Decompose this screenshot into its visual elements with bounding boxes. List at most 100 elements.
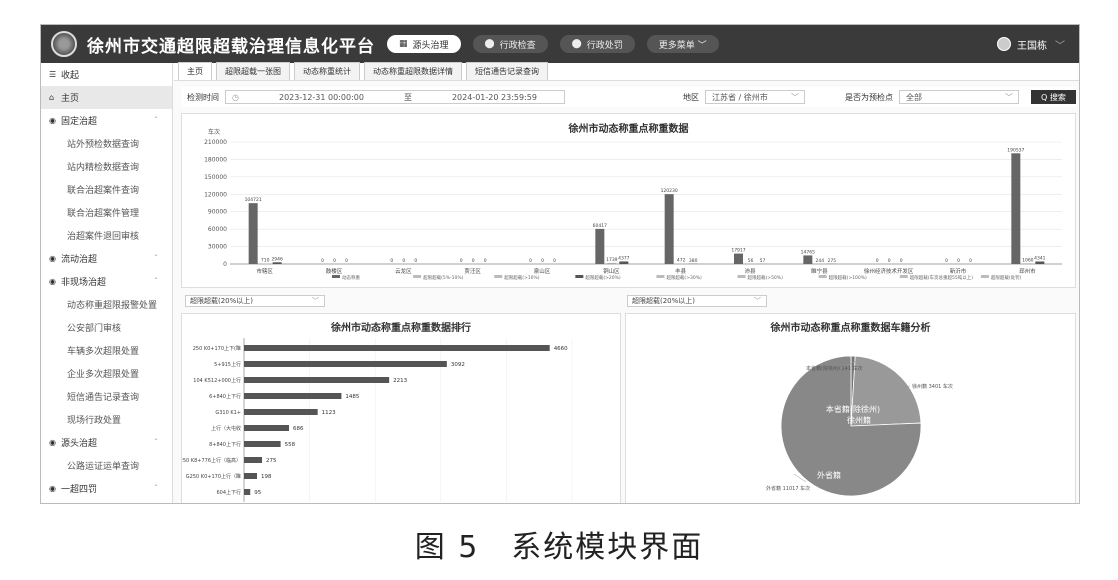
- bar: [244, 393, 342, 399]
- sidebar-item-label: 非现场治超: [61, 278, 107, 288]
- y-tick-label: G250 K0+170上行（睢: [186, 473, 241, 480]
- region-label: 地区: [683, 92, 699, 102]
- tab-admin-inspection[interactable]: ⬤ 行政检查: [472, 35, 548, 53]
- bar-data-label: 0: [414, 258, 417, 264]
- legend-swatch: [818, 275, 827, 278]
- sidebar-item-11[interactable]: 公安部门审核: [41, 316, 172, 339]
- bar: [664, 194, 674, 264]
- sidebar-item-18[interactable]: ◉ 一超四罚 ˇ: [41, 477, 172, 500]
- callout-label: 外省籍 11017 车次: [766, 485, 810, 492]
- menu-icon: ◉: [49, 254, 56, 263]
- bar: [244, 457, 263, 463]
- origin-filter-select[interactable]: 超限超载(20%以上) ﹀: [627, 295, 767, 307]
- bar: [244, 361, 447, 367]
- tab-admin-penalty[interactable]: ⬤ 行政处罚: [559, 35, 635, 53]
- bar-data-label: 0: [541, 258, 544, 264]
- sidebar-item-14[interactable]: 短信通告记录查询: [41, 385, 172, 408]
- sidebar-item-label: 短信通告记录查询: [67, 393, 140, 403]
- pin-icon: ⬤: [484, 39, 495, 49]
- sidebar-item-3[interactable]: 站外预检数据查询: [41, 132, 172, 155]
- bar-data-label: 0: [529, 258, 532, 264]
- y-axis-label: 车次: [208, 128, 220, 136]
- sidebar-item-label: 公安部门审核: [67, 324, 122, 334]
- bar-data-label: 1060: [1022, 257, 1034, 263]
- chevron-down-icon: ﹀: [791, 92, 799, 102]
- sidebar-item-label: 车辆多次超限处置: [67, 347, 140, 357]
- sidebar-item-2[interactable]: ◉ 固定治超 ˆ: [41, 109, 172, 132]
- sidebar-item-label: 现场行政处置: [67, 416, 122, 426]
- legend-label: 超限超载(5%-10%): [423, 274, 464, 281]
- tab-more-menu[interactable]: 更多菜单 ﹀: [646, 35, 719, 53]
- bar-data-label: 3092: [451, 362, 465, 368]
- menu-icon: ⌂: [49, 93, 55, 102]
- y-tick-label: 5+915上行: [214, 361, 241, 368]
- top-header: 徐州市交通超限超载治理信息化平台 ▦ 源头治理 ⬤ 行政检查 ⬤ 行政处罚 更多…: [41, 25, 1079, 63]
- sidebar-item-label: 收起: [61, 71, 80, 81]
- y-tick-label: 250 K0+170上下(睢: [193, 345, 241, 352]
- legend-swatch: [980, 275, 989, 278]
- bar-data-label: 4660: [554, 346, 568, 352]
- chevron-icon: ˆ: [154, 277, 158, 286]
- callout-label: 徐州籍 3401 车次: [912, 383, 953, 390]
- y-tick-label: 上行（大屯收: [211, 425, 241, 432]
- bar-data-label: 0: [484, 258, 487, 264]
- legend-swatch: [494, 275, 503, 278]
- chevron-icon: ˆ: [154, 438, 158, 447]
- y-tick-label: 6+840上下行: [209, 393, 241, 400]
- bar: [607, 262, 617, 264]
- bar: [803, 255, 813, 264]
- y-tick-label: 8+840上下行: [209, 441, 241, 448]
- sidebar-item-10[interactable]: 动态称重超限报警处置: [41, 293, 172, 316]
- sidebar-item-4[interactable]: 站内精检数据查询: [41, 155, 172, 178]
- origin-pie-chart: 本省籍(除徐州)徐州籍外省籍 本省籍(除徐州) 141 车次徐州籍 3401 车次…: [766, 355, 953, 497]
- bar-data-label: 0: [876, 258, 879, 264]
- sidebar-item-13[interactable]: 企业多次超限处置: [41, 362, 172, 385]
- sidebar-item-label: 源头治超: [61, 439, 98, 449]
- bar: [1023, 263, 1033, 264]
- legend-label: 超限超载(车货总重超55吨以上): [910, 274, 973, 281]
- legend-swatch: [656, 275, 665, 278]
- menu-icon: ◉: [49, 277, 56, 286]
- sidebar-item-17[interactable]: 公路运证运单查询: [41, 454, 172, 477]
- search-button[interactable]: Q 搜索: [1031, 90, 1076, 104]
- precheck-select[interactable]: 全部 ﹀: [899, 90, 1019, 104]
- bar-data-label: 0: [888, 258, 891, 264]
- user-menu[interactable]: 王国栋 ﹀: [997, 37, 1065, 52]
- bar-data-label: 0: [460, 258, 463, 264]
- sidebar-item-8[interactable]: ◉ 流动治超 ˇ: [41, 247, 172, 270]
- page-tab-3[interactable]: 动态称重超限数据详情: [364, 62, 462, 80]
- sidebar-item-16[interactable]: ◉ 源头治超 ˆ: [41, 431, 172, 454]
- y-tick-label: 210000: [204, 139, 227, 146]
- sidebar-item-15[interactable]: 现场行政处置: [41, 408, 172, 431]
- sidebar-item-label: 动态称重超限报警处置: [67, 301, 158, 311]
- sidebar-item-1[interactable]: ⌂ 主页: [41, 86, 172, 109]
- x-tick-label: 市辖区: [256, 267, 273, 275]
- sidebar-item-5[interactable]: 联合治超案件查询: [41, 178, 172, 201]
- bar-data-label: 0: [345, 258, 348, 264]
- sidebar-item-0[interactable]: ☰ 收起: [41, 63, 172, 86]
- bar-data-label: 0: [321, 258, 324, 264]
- chevron-down-icon: ﹀: [1055, 40, 1065, 52]
- bar-data-label: 0: [333, 258, 336, 264]
- date-range-input[interactable]: ◷ 2023-12-31 00:00:00 至 2024-01-20 23:59…: [225, 90, 565, 104]
- page-tab-4[interactable]: 短信通告记录查询: [466, 62, 548, 80]
- region-select[interactable]: 江苏省 / 徐州市 ﹀: [705, 90, 805, 104]
- rank-filter-select[interactable]: 超限超载(20%以上) ﹀: [185, 295, 325, 307]
- tab-source-governance[interactable]: ▦ 源头治理: [387, 35, 461, 53]
- page-tab-2[interactable]: 动态称重统计: [294, 62, 360, 80]
- rank-bar-chart: 4660 250 K0+170上下(睢 3092 5+915上行 2213 104 K51…: [182, 338, 573, 502]
- sidebar-item-9[interactable]: ◉ 非现场治超 ˆ: [41, 270, 172, 293]
- sidebar-item-6[interactable]: 联合治超案件管理: [41, 201, 172, 224]
- sidebar-item-7[interactable]: 治超案件退回审核: [41, 224, 172, 247]
- sidebar-item-12[interactable]: 车辆多次超限处置: [41, 339, 172, 362]
- slice-label: 外省籍: [817, 470, 841, 480]
- page-tab-1[interactable]: 超限超载一张图: [216, 62, 290, 80]
- page-tab-0[interactable]: 主页: [178, 62, 212, 80]
- y-tick-label: G310 K1+: [215, 410, 241, 416]
- x-tick-label: 铜山区: [603, 267, 620, 275]
- y-tick-label: 60000: [208, 226, 227, 233]
- menu-icon: ◉: [49, 116, 56, 125]
- bar-data-label: 17917: [731, 248, 745, 254]
- legend-swatch: [899, 275, 908, 278]
- precheck-label: 是否为预检点: [845, 92, 893, 102]
